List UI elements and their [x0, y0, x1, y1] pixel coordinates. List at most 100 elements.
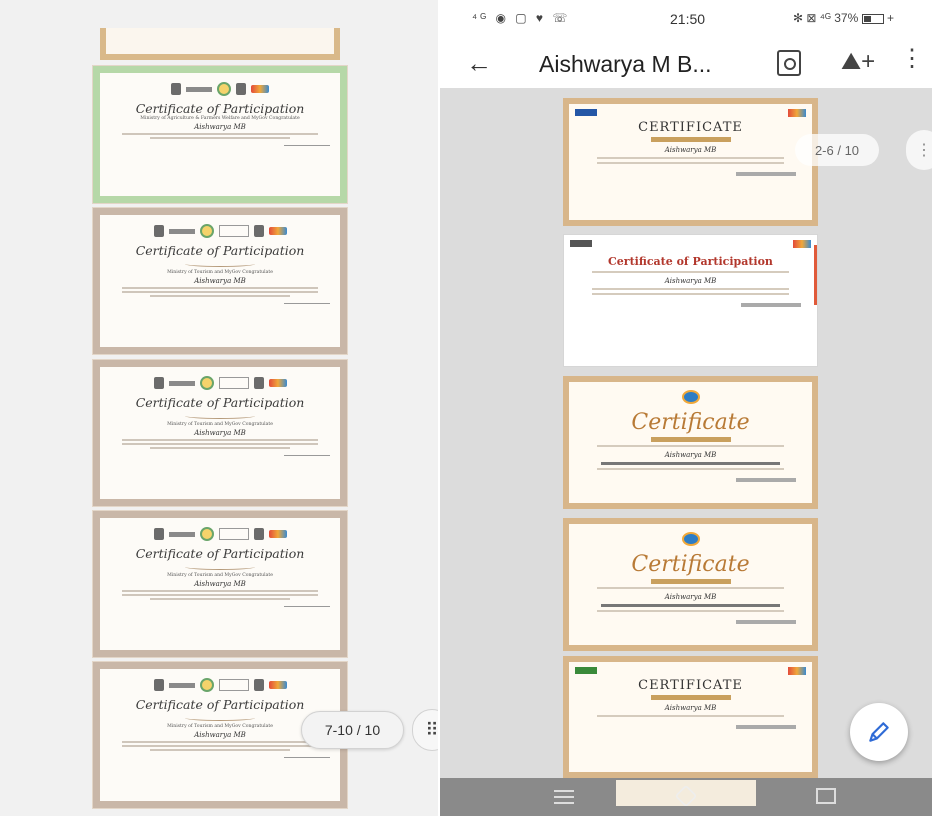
certificate-recipient: Aishwarya MB: [664, 593, 717, 601]
recents-icon[interactable]: [554, 790, 574, 804]
page-counter: 2-6 / 10: [795, 134, 879, 166]
certificate-recipient: Aishwarya MB: [194, 580, 246, 588]
azadi-logo: [218, 528, 249, 540]
ministry-logo: [168, 228, 195, 234]
text-line: [150, 749, 290, 751]
pdf-page-view[interactable]: CERTIFICATE Aishwarya MB Certificate of …: [440, 88, 932, 778]
text-line: [150, 598, 290, 600]
signature: [110, 303, 330, 309]
certificate-title: Certificate of Participation: [135, 395, 305, 410]
certificate-title: CERTIFICATE: [638, 678, 743, 693]
text-line: [122, 291, 318, 293]
mygov-logo: [251, 85, 269, 93]
signature: [736, 725, 796, 729]
logo-row: [110, 677, 330, 693]
edit-button[interactable]: [850, 703, 908, 761]
mygov-logo: [268, 227, 287, 235]
emblem-icon: [153, 225, 164, 237]
certificate-page: Certificate Aishwarya MB: [563, 518, 818, 651]
text-line: [597, 610, 784, 612]
right-pdf-viewer: ⁴ᴳ ◉ ▢ ♥ ☏ 21:50 ✻ ⊠ ⁴ᴳ 37% + ← Aishwary…: [440, 0, 932, 816]
grid-icon: ⠿: [425, 719, 438, 740]
certificate-ministry: Ministry of Tourism and MyGov Congratula…: [167, 270, 273, 275]
certificate-title: Certificate of Participation: [135, 243, 305, 258]
document-title: Aishwarya M B...: [539, 51, 712, 77]
signature: [736, 620, 796, 624]
seal-icon: [199, 678, 214, 692]
search-document-icon[interactable]: [777, 50, 801, 76]
certificate-title: Certificate of Participation: [135, 546, 305, 561]
signature: [110, 145, 330, 151]
azadi-logo: [218, 377, 249, 389]
mygov-logo: [788, 109, 806, 117]
certificate-title: Certificate: [631, 410, 750, 435]
logo-row: [110, 223, 330, 239]
certificate-recipient: Aishwarya MB: [194, 731, 246, 739]
text-line: [122, 590, 318, 592]
text-line: [122, 443, 318, 445]
text-line: [122, 439, 318, 441]
certificate-ministry: Ministry of Agriculture & Farmers Welfar…: [140, 116, 300, 121]
text-line: [122, 594, 318, 596]
certificate-recipient: Aishwarya MB: [194, 123, 246, 131]
page-counter: 7-10 / 10: [301, 711, 404, 749]
text-line: [122, 133, 318, 135]
more-options-icon[interactable]: ⋮: [900, 46, 924, 72]
add-to-drive-icon[interactable]: ⛰+: [841, 48, 875, 76]
emblem-icon: [153, 377, 164, 389]
certificate-title: Certificate of Participation: [135, 101, 305, 116]
text-line: [597, 587, 784, 589]
fsra-logo: [575, 109, 597, 116]
signature: [736, 172, 796, 176]
certificate-title: Certificate of Participation: [135, 697, 305, 712]
text-line: [597, 445, 784, 447]
certificate-recipient: Aishwarya MB: [664, 704, 717, 712]
ribbon: [650, 437, 731, 442]
back-button[interactable]: ←: [466, 50, 492, 76]
text-line: [592, 288, 789, 290]
certificate-recipient: Aishwarya MB: [664, 451, 717, 459]
accent-bar: [814, 245, 817, 305]
azadi-logo: [218, 225, 249, 237]
signature: [110, 757, 330, 763]
ribbon: [650, 137, 731, 142]
certificate-recipient: Aishwarya MB: [194, 429, 246, 437]
certificate-page: Certificate Aishwarya MB: [563, 376, 818, 509]
mygov-logo: [793, 240, 811, 248]
ribbon: [650, 579, 731, 584]
ministry-logo: [168, 531, 195, 537]
mygov-logo: [788, 667, 806, 675]
ministry-logo: [168, 380, 195, 386]
signature: [736, 478, 796, 482]
emblem-icon: [171, 83, 181, 95]
emblem-icon: [253, 528, 264, 540]
text-line: [122, 745, 318, 747]
text-line: [597, 468, 784, 470]
text-line: [150, 447, 290, 449]
certificate-recipient: Aishwarya MB: [664, 146, 717, 154]
certificate-recipient: Aishwarya MB: [664, 277, 717, 285]
counter-menu-icon[interactable]: ⋮: [906, 130, 932, 170]
mygov-logo: [268, 681, 287, 689]
certificate-page: Certificate of Participation Ministry of…: [92, 510, 348, 658]
flourish: [185, 715, 255, 721]
seal-icon: [199, 376, 214, 390]
certificate-page: Certificate of Participation Ministry of…: [92, 207, 348, 355]
seal-icon: [681, 390, 700, 404]
back-nav-icon[interactable]: [816, 788, 836, 804]
grid-view-button[interactable]: ⠿: [412, 709, 438, 751]
navigation-bar: [440, 778, 932, 816]
ministry-logo: [570, 240, 592, 247]
certificate-recipient: Aishwarya MB: [194, 277, 246, 285]
emblem-icon: [253, 377, 264, 389]
mygov-logo: [268, 530, 287, 538]
certificate-title: Certificate of Participation: [608, 255, 773, 268]
status-system-text: ✻ ⊠ ⁴ᴳ 37%: [793, 11, 859, 25]
certificate-peek: [100, 28, 340, 60]
charging-icon: +: [886, 11, 894, 25]
pencil-icon: [869, 722, 889, 742]
text-line: [597, 162, 784, 164]
left-pdf-viewer[interactable]: Certificate of Participation Ministry of…: [0, 0, 438, 816]
battery-icon: [861, 13, 884, 24]
seal-icon: [217, 82, 231, 96]
